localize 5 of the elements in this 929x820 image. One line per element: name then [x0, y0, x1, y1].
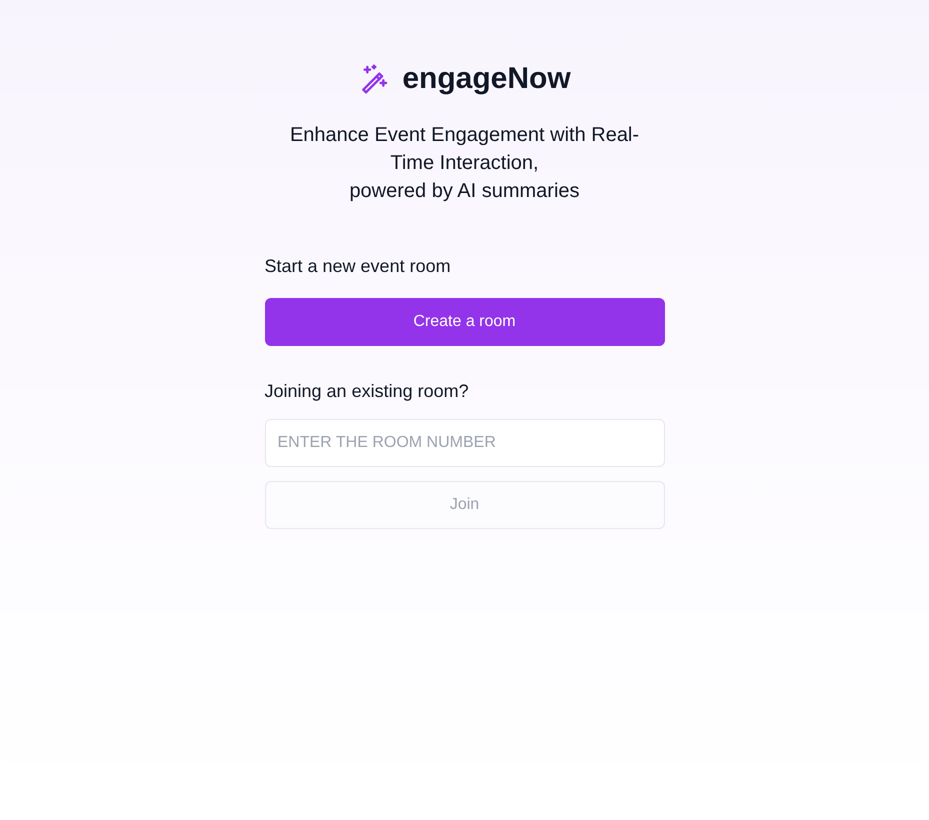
section-label: Start a new event room [264, 255, 452, 278]
section-label: Joining an existing room? [264, 380, 470, 403]
tagline: powered by AI summaries [349, 179, 580, 204]
create-room-button[interactable]: Create a room [264, 298, 664, 346]
brand-name: engageNow [402, 61, 571, 97]
